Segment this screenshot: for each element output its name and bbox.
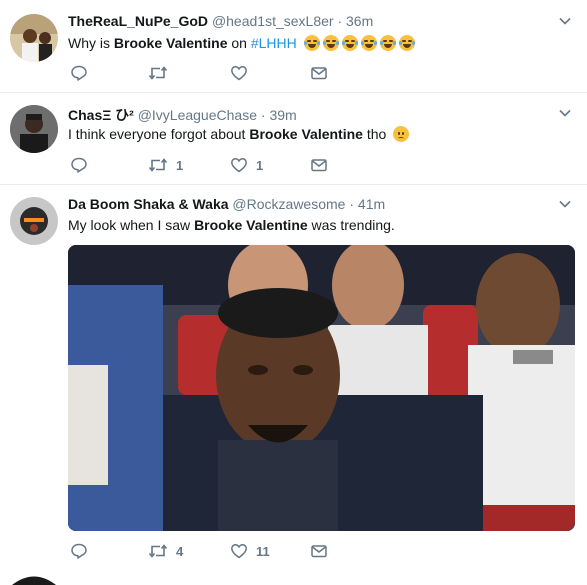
tears-of-joy-emoji [303,35,320,51]
tweet[interactable]: TheReaL_NuPe_GoD @head1st_sexL8er · 36m … [0,0,587,93]
tweet-header: TheReaL_NuPe_GoD @head1st_sexL8er · 36m [68,13,373,29]
retweet-button[interactable]: 4 [148,541,183,561]
dm-button[interactable] [310,155,328,175]
display-name[interactable]: TheReaL_NuPe_GoD [68,13,208,29]
tweet[interactable]: ChasΞ ひ² @IvyLeagueChase · 39m I think e… [0,93,587,185]
display-name[interactable]: ChasΞ ひ² [68,107,134,123]
display-name[interactable]: Da Boom Shaka & Waka [68,196,229,212]
dm-icon [311,545,327,558]
like-button[interactable] [230,63,256,83]
separator: · [349,196,355,212]
photo-image [68,245,575,531]
text-segment: I think everyone forgot about [68,126,250,142]
timestamp[interactable]: 41m [358,196,385,212]
avatar[interactable] [10,105,58,153]
tweet[interactable]: Da Boom Shaka & Waka @Rockzawesome · 41m… [0,185,587,573]
caret-down-icon[interactable] [559,15,571,27]
retweet-button[interactable] [148,63,176,83]
like-icon [231,66,247,81]
reply-button[interactable] [70,541,88,561]
like-icon [231,158,247,173]
tweet-text: I think everyone forgot about Brooke Val… [68,126,410,142]
retweet-count: 4 [176,543,184,559]
text-segment: on [227,35,251,51]
worried-face-emoji [393,126,410,142]
text-segment: was trending. [307,217,395,233]
separator: · [260,107,266,123]
like-icon [231,544,247,559]
username[interactable]: @head1st_sexL8er [212,13,334,29]
next-tweet-peek [0,570,587,585]
tears-of-joy-emoji [360,35,377,51]
highlighted-term: Brooke Valentine [249,126,363,142]
retweet-icon [148,544,168,558]
username[interactable]: @IvyLeagueChase [138,107,257,123]
tears-of-joy-emoji [341,35,358,51]
tears-of-joy-emoji [379,35,396,51]
dm-icon [311,159,327,172]
retweet-count: 1 [176,157,184,173]
reply-icon [71,65,87,81]
dm-icon [311,67,327,80]
tears-of-joy-emoji [398,35,415,51]
text-segment: tho [362,126,387,142]
username[interactable]: @Rockzawesome [232,196,345,212]
like-button[interactable]: 11 [230,541,270,561]
caret-down-icon[interactable] [559,107,571,119]
avatar-partial [12,576,56,585]
hashtag-link[interactable]: #LHHH [251,35,297,51]
like-count: 11 [256,543,270,559]
tweet-text: My look when I saw Brooke Valentine was … [68,217,395,233]
tweet-text: Why is Brooke Valentine on #LHHH [68,35,415,51]
separator: · [337,13,343,29]
like-button[interactable]: 1 [230,155,263,175]
tears-of-joy-emoji [322,35,339,51]
tweet-header: ChasΞ ひ² @IvyLeagueChase · 39m [68,105,297,125]
highlighted-term: Brooke Valentine [194,217,308,233]
text-segment: My look when I saw [68,217,195,233]
caret-down-icon[interactable] [559,198,571,210]
tweet-header: Da Boom Shaka & Waka @Rockzawesome · 41m [68,196,385,212]
reply-icon [71,543,87,559]
retweet-button[interactable]: 1 [148,155,183,175]
dm-button[interactable] [310,63,328,83]
retweet-icon [148,158,168,172]
timestamp[interactable]: 36m [346,13,373,29]
reply-button[interactable] [70,155,88,175]
highlighted-term: Brooke Valentine [113,35,228,51]
retweet-icon [148,66,168,80]
timestamp[interactable]: 39m [269,107,296,123]
avatar[interactable] [10,197,58,245]
reply-button[interactable] [70,63,88,83]
dm-button[interactable] [310,541,328,561]
reply-icon [71,157,87,173]
emoji-group [301,35,415,51]
like-count: 1 [256,157,264,173]
avatar[interactable] [10,14,58,62]
tweet-media-photo[interactable] [68,245,575,531]
text-segment: Why is [68,35,114,51]
